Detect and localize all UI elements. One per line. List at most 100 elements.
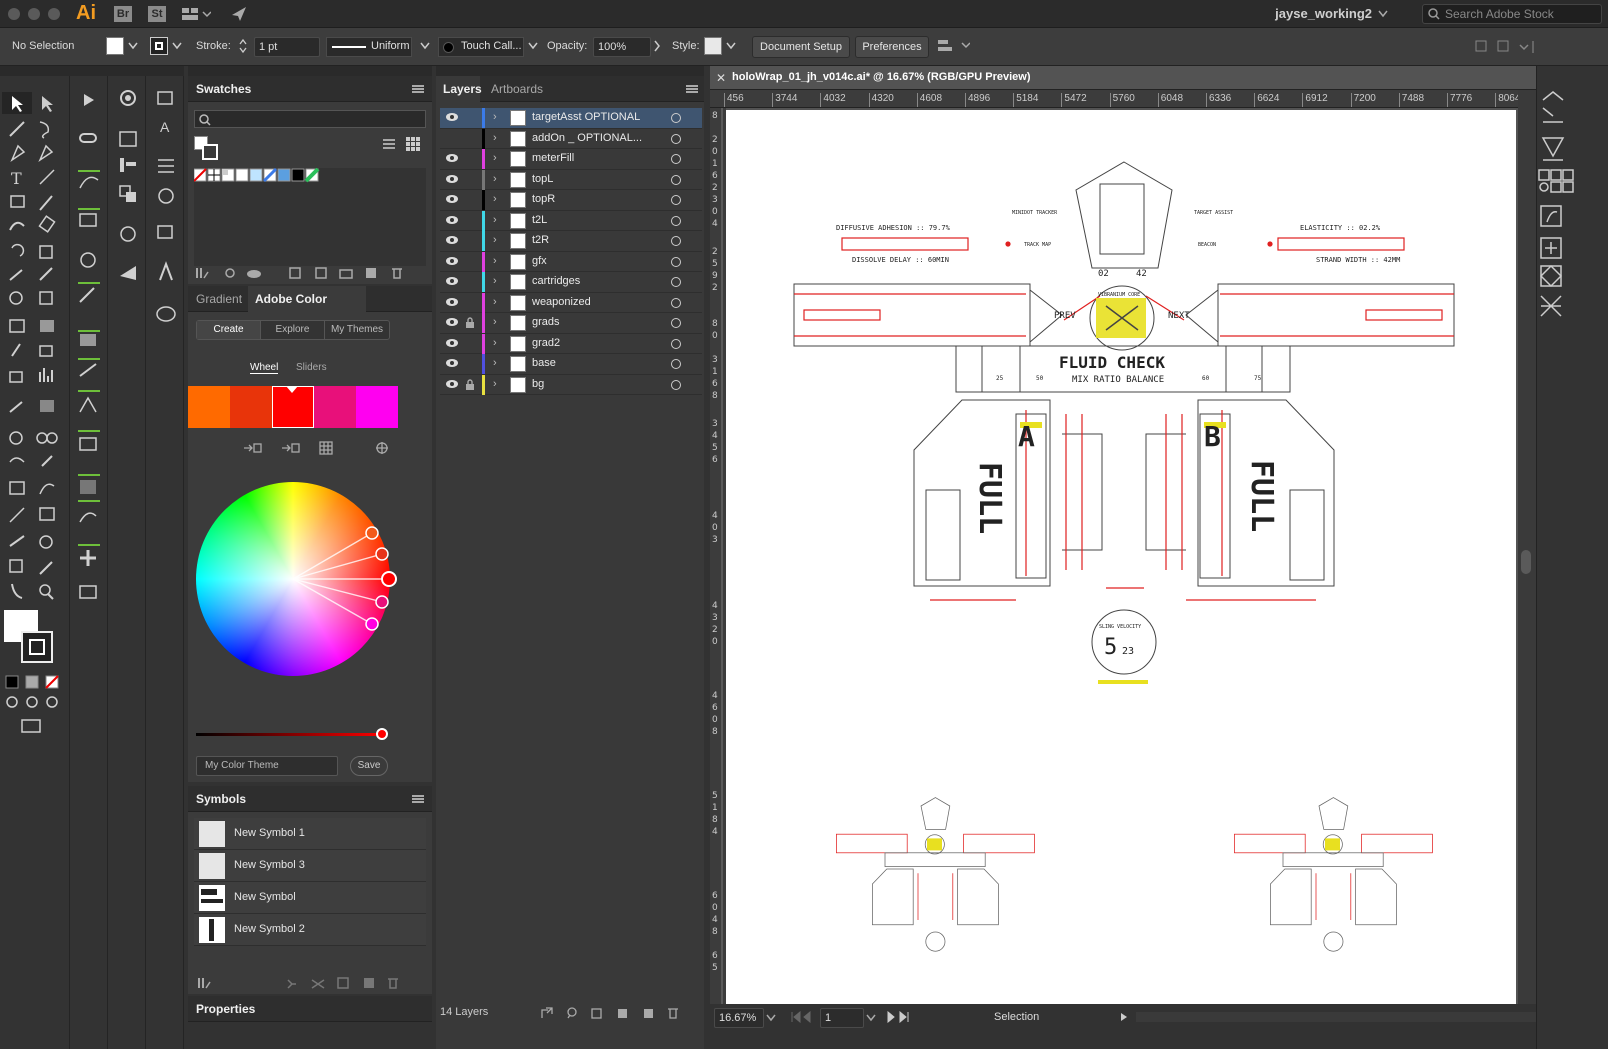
align-options-icon[interactable] [936, 37, 970, 55]
layer-row[interactable]: › grads [440, 313, 702, 334]
vertical-scrollbar[interactable] [1518, 90, 1536, 1004]
right-dock-icons[interactable] [1537, 66, 1608, 326]
target-circle-icon[interactable] [671, 297, 681, 308]
layer-row[interactable]: › weaponized [440, 292, 702, 313]
tool-column-header[interactable] [70, 66, 108, 76]
target-circle-icon[interactable] [671, 133, 681, 144]
theme-name-input[interactable]: My Color Theme [196, 756, 338, 776]
wheel-handles[interactable] [196, 482, 406, 682]
toolbar-header[interactable] [0, 66, 70, 76]
stroke-weight-field[interactable]: 1 pt [254, 37, 320, 57]
layer-row[interactable]: › grad2 [440, 333, 702, 354]
chevron-down-icon[interactable] [726, 42, 736, 50]
grid-view-icon[interactable] [406, 137, 420, 151]
eye-icon[interactable] [445, 153, 459, 163]
next-artboard-icon[interactable] [886, 1011, 916, 1023]
horizontal-ruler[interactable]: 456 3744 4032 4320 4608 4896 5184 5472 5760 6048 6… [710, 90, 1518, 108]
chevron-right-icon[interactable]: › [493, 214, 497, 226]
brush-definition[interactable]: Touch Call... [438, 37, 524, 57]
lock-toggle[interactable] [462, 213, 476, 229]
target-circle-icon[interactable] [671, 338, 681, 349]
list-item[interactable]: New Symbol 1 [194, 818, 426, 850]
lock-toggle[interactable] [462, 274, 476, 290]
send-icon[interactable] [230, 5, 248, 23]
bridge-button[interactable]: Br [114, 6, 132, 22]
chevron-down-icon[interactable] [128, 42, 138, 50]
symbols-title[interactable]: Symbols [196, 786, 246, 812]
tool-column-4-icons[interactable]: A [146, 76, 184, 336]
artwork[interactable]: FLUID CHECK MIX RATIO BALANCE A B FULL F… [726, 110, 1516, 1004]
chevron-right-icon[interactable]: › [493, 357, 497, 369]
current-tool-status[interactable]: Selection [994, 1011, 1039, 1023]
lock-toggle[interactable] [462, 254, 476, 270]
target-circle-icon[interactable] [671, 113, 681, 123]
eye-icon[interactable] [445, 235, 459, 245]
chevron-right-icon[interactable] [653, 40, 661, 52]
create-tab[interactable]: Create [197, 321, 261, 339]
panel-options-icon[interactable] [1474, 39, 1538, 55]
wheel-tab[interactable]: Wheel [250, 362, 279, 374]
eye-icon[interactable] [445, 338, 459, 348]
eye-toggle[interactable] [445, 133, 459, 143]
chevron-down-icon[interactable] [172, 42, 182, 50]
tool-icons[interactable]: T [0, 76, 70, 736]
stroke-stepper-icon[interactable] [238, 38, 248, 54]
chevron-down-icon[interactable] [528, 42, 538, 50]
wheel-tool-icons[interactable] [242, 438, 392, 458]
layer-row[interactable]: › cartridges [440, 272, 702, 293]
chevron-right-icon[interactable]: › [493, 234, 497, 246]
minimize-window-button[interactable] [28, 8, 40, 20]
fill-swatch[interactable] [106, 37, 124, 55]
chevron-right-icon[interactable]: › [493, 378, 497, 390]
opacity-label[interactable]: Opacity: [547, 40, 587, 52]
eye-icon[interactable] [445, 317, 459, 327]
tab-gradient[interactable]: Gradient [196, 286, 242, 312]
chevron-right-icon[interactable]: › [493, 193, 497, 205]
layer-row[interactable]: › targetAsst OPTIONAL [440, 108, 702, 129]
theme-color-swatch[interactable] [188, 386, 230, 428]
chevron-right-icon[interactable]: › [493, 296, 497, 308]
target-circle-icon[interactable] [671, 215, 681, 226]
arrange-documents-icon[interactable] [181, 6, 211, 22]
tab-layers[interactable]: Layers [436, 76, 482, 102]
lock-icon[interactable] [465, 378, 475, 391]
lock-icon[interactable] [465, 317, 475, 329]
target-circle-icon[interactable] [671, 236, 681, 246]
search-stock-input[interactable]: Search Adobe Stock [1422, 4, 1602, 24]
chevron-right-icon[interactable]: › [493, 316, 497, 328]
properties-title[interactable]: Properties [196, 996, 255, 1022]
lock-toggle[interactable] [462, 356, 476, 372]
list-item[interactable]: New Symbol [194, 882, 426, 914]
close-window-button[interactable] [8, 8, 20, 20]
panel-dock-header[interactable] [436, 66, 704, 76]
eye-icon[interactable] [445, 174, 459, 184]
first-artboard-icon[interactable] [790, 1011, 820, 1023]
target-circle-icon[interactable] [671, 359, 681, 369]
close-icon[interactable]: ✕ [716, 71, 726, 85]
tool-column-2-icons[interactable] [70, 76, 108, 616]
layer-row[interactable]: › bg [440, 374, 702, 395]
eye-icon[interactable] [445, 194, 459, 204]
panel-dock-header[interactable] [188, 66, 432, 76]
brightness-slider-track[interactable] [196, 733, 384, 736]
list-item[interactable]: New Symbol 2 [194, 914, 426, 946]
symbols-footer-icons[interactable] [196, 976, 426, 990]
zoom-window-button[interactable] [48, 8, 60, 20]
layers-footer-icons[interactable] [540, 1006, 690, 1020]
eye-icon[interactable] [445, 379, 459, 389]
target-circle-icon[interactable] [671, 195, 681, 205]
graphic-style-swatch[interactable] [704, 37, 722, 55]
layer-row[interactable]: › base [440, 354, 702, 375]
document-setup-button[interactable]: Document Setup [752, 36, 850, 58]
eye-icon[interactable] [445, 297, 459, 307]
target-circle-icon[interactable] [671, 154, 681, 164]
lock-toggle[interactable] [462, 295, 476, 311]
layer-row[interactable]: › t2R [440, 231, 702, 252]
tab-adobe-color-themes[interactable]: Adobe Color Themes [248, 286, 366, 332]
lock-toggle[interactable] [462, 131, 476, 147]
workspace-switcher[interactable]: jayse_working2 [1275, 6, 1372, 21]
layer-row[interactable]: › topR [440, 190, 702, 211]
layer-row[interactable]: › gfx [440, 251, 702, 272]
layer-row[interactable]: › topL [440, 169, 702, 190]
tab-artboards[interactable]: Artboards [491, 76, 543, 102]
